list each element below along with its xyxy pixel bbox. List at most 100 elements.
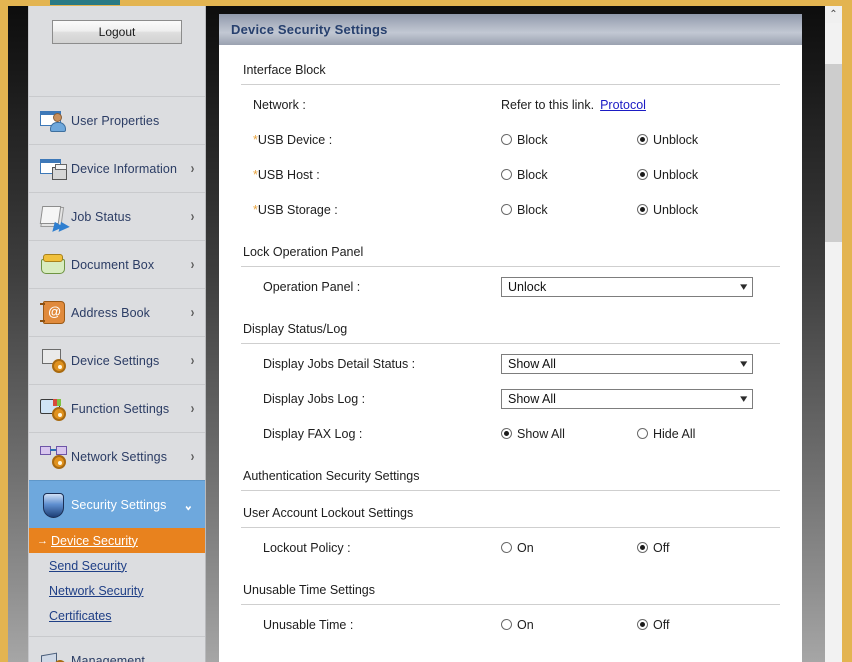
sidebar-item-network-settings[interactable]: Network Settings › (29, 432, 205, 480)
chevron-right-icon: › (190, 256, 195, 273)
sidebar-subitem-label: Send Security (49, 558, 127, 573)
radio-usb-host-unblock[interactable]: Unblock (637, 168, 698, 182)
row-label: Operation Panel : (263, 279, 361, 294)
radio-icon-selected[interactable] (501, 428, 512, 439)
row-display-jobs-log: Display Jobs Log : Show All ▾ (241, 381, 780, 416)
radio-icon[interactable] (501, 169, 512, 180)
sidebar-subitem-send-security[interactable]: Send Security (29, 553, 205, 578)
sidebar-item-label: Address Book (71, 305, 151, 320)
row-value: Block Unblock (501, 203, 780, 217)
section-header-interface-block: Interface Block (241, 45, 780, 85)
row-usb-device: *USB Device : Block Unblock (241, 122, 780, 157)
chevron-right-icon: › (190, 208, 195, 225)
function-settings-icon (39, 394, 69, 424)
section-header-authentication-security: Authentication Security Settings (241, 451, 780, 491)
radio-icon[interactable] (501, 134, 512, 145)
sidebar-item-security-settings[interactable]: Security Settings ⌄ (29, 480, 205, 528)
window-frame-right (842, 0, 852, 662)
sidebar-item-function-settings[interactable]: Function Settings › (29, 384, 205, 432)
document-box-icon (39, 250, 69, 280)
sidebar-item-device-settings[interactable]: Device Settings › (29, 336, 205, 384)
sidebar-item-job-status[interactable]: ▶▶ Job Status › (29, 192, 205, 240)
radio-usb-device-block[interactable]: Block (501, 133, 637, 147)
radio-usb-device-unblock[interactable]: Unblock (637, 133, 698, 147)
chevron-down-icon: ▾ (740, 281, 748, 293)
radio-icon[interactable] (501, 619, 512, 630)
radio-icon-selected[interactable] (637, 542, 648, 553)
sidebar-subitem-network-security[interactable]: Network Security (29, 578, 205, 603)
sidebar-subitem-label: Certificates (49, 608, 112, 623)
browser-tab[interactable] (50, 0, 120, 5)
protocol-link[interactable]: Protocol (600, 98, 646, 112)
radio-unusable-time-off[interactable]: Off (637, 618, 669, 632)
radio-icon-selected[interactable] (637, 134, 648, 145)
select-value: Unlock (508, 279, 547, 294)
radio-usb-host-block[interactable]: Block (501, 168, 637, 182)
radio-usb-storage-unblock[interactable]: Unblock (637, 203, 698, 217)
sidebar-item-address-book[interactable]: @ Address Book › (29, 288, 205, 336)
sidebar-subitem-device-security[interactable]: → Device Security (29, 528, 205, 553)
select-value: Show All (508, 356, 556, 371)
sidebar-subitem-certificates[interactable]: Certificates (29, 603, 205, 628)
select-value: Show All (508, 391, 556, 406)
radio-icon[interactable] (501, 204, 512, 215)
operation-panel-select[interactable]: Unlock ▾ (501, 276, 753, 297)
row-label-text: USB Device : (257, 132, 333, 147)
sidebar-item-management[interactable]: Management (29, 636, 205, 662)
row-label: Lockout Policy : (263, 540, 351, 555)
device-information-icon (39, 154, 69, 184)
radio-icon-selected[interactable] (637, 204, 648, 215)
radio-fax-log-show-all[interactable]: Show All (501, 427, 637, 441)
network-settings-icon (39, 442, 69, 472)
radio-label: Unblock (653, 202, 699, 217)
radio-lockout-policy-off[interactable]: Off (637, 541, 669, 555)
radio-label: Show All (517, 426, 565, 441)
radio-icon-selected[interactable] (637, 169, 648, 180)
row-lockout-policy: Lockout Policy : On Off (241, 530, 780, 565)
row-value: Block Unblock (501, 168, 780, 182)
sidebar-item-document-box[interactable]: Document Box › (29, 240, 205, 288)
sidebar-item-user-properties[interactable]: User Properties (29, 96, 205, 144)
sidebar-subitem-label: Device Security (51, 533, 138, 548)
display-jobs-log-select[interactable]: Show All ▾ (501, 388, 753, 409)
radio-fax-log-hide-all[interactable]: Hide All (637, 427, 695, 441)
sidebar-item-label: Function Settings (71, 401, 170, 416)
chevron-right-icon: › (190, 304, 195, 321)
radio-label: Block (517, 132, 548, 147)
sidebar-item-label: Device Settings (71, 353, 160, 368)
row-label: Display FAX Log : (263, 426, 363, 441)
vertical-scrollbar[interactable]: ⌃ (825, 6, 842, 662)
radio-icon[interactable] (637, 428, 648, 439)
sidebar-item-label: Job Status (71, 209, 132, 224)
sidebar-subitem-label: Network Security (49, 583, 144, 598)
row-value: Show All ▾ (501, 353, 780, 374)
radio-icon[interactable] (501, 542, 512, 553)
network-hint-text: Refer to this link. (501, 97, 595, 112)
window-frame-left (0, 0, 8, 662)
logout-button[interactable]: Logout (52, 20, 182, 44)
row-label: Display Jobs Detail Status : (263, 356, 416, 371)
scroll-up-arrow-icon[interactable]: ⌃ (825, 6, 842, 23)
row-label: *USB Storage : (241, 203, 501, 217)
scrollbar-thumb[interactable] (825, 64, 842, 242)
chevron-down-icon: ▾ (740, 393, 748, 405)
radio-label: Block (517, 202, 548, 217)
management-icon (39, 646, 69, 662)
radio-usb-storage-block[interactable]: Block (501, 203, 637, 217)
job-status-icon: ▶▶ (39, 202, 69, 233)
row-label-text: USB Host : (257, 167, 320, 182)
radio-unusable-time-on[interactable]: On (501, 618, 637, 632)
sidebar-item-label: Security Settings (71, 497, 167, 512)
sidebar-item-device-information[interactable]: Device Information › (29, 144, 205, 192)
radio-lockout-policy-on[interactable]: On (501, 541, 637, 555)
page-title: Device Security Settings (219, 14, 802, 45)
row-label: Network : (253, 97, 306, 112)
display-jobs-detail-status-select[interactable]: Show All ▾ (501, 353, 753, 374)
radio-icon-selected[interactable] (637, 619, 648, 630)
radio-label: Unblock (653, 132, 699, 147)
sidebar-item-label: Network Settings (71, 449, 168, 464)
content-panel: Device Security Settings Interface Block… (219, 14, 802, 662)
device-settings-icon (39, 346, 69, 376)
row-value: Unlock ▾ (501, 276, 780, 297)
